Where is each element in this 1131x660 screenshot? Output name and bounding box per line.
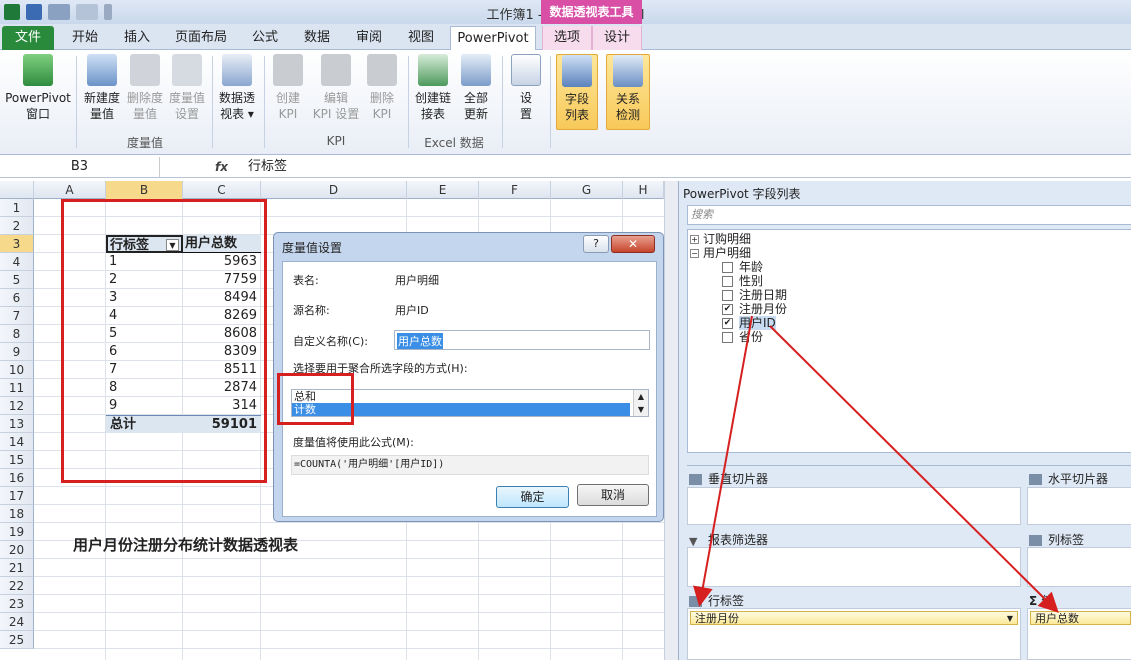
arrow-to-row-labels (693, 315, 753, 607)
annotation-arrows (693, 315, 1059, 613)
arrow-to-values (769, 325, 1059, 613)
